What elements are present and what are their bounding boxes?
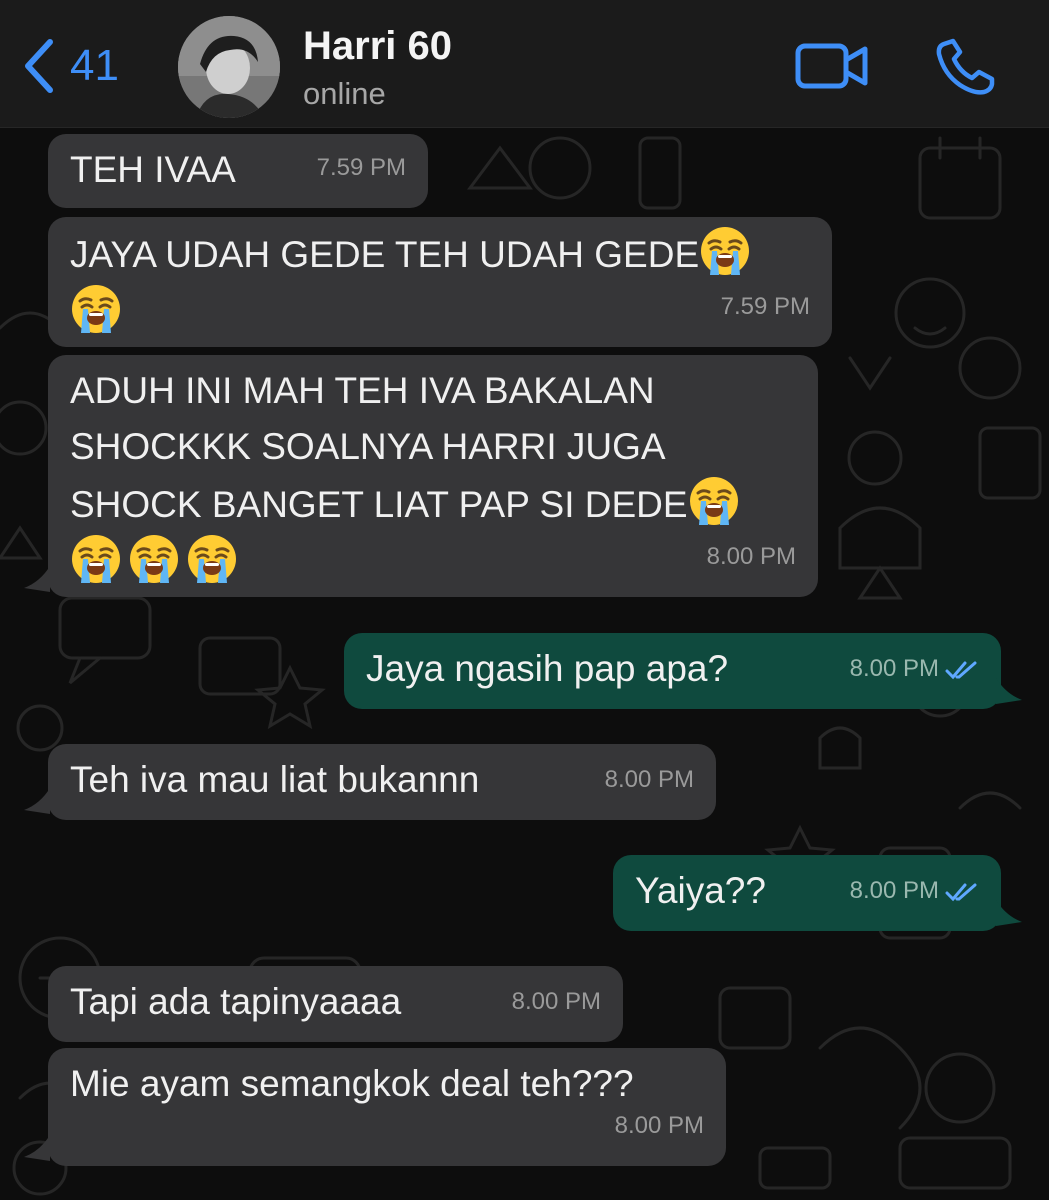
crying-face-emoji [186, 533, 238, 585]
voice-call-button[interactable] [934, 38, 996, 96]
video-call-button[interactable] [795, 40, 869, 92]
message-text: TEH IVAA [70, 149, 236, 190]
crying-face-emoji [70, 533, 122, 585]
crying-face-emoji [128, 533, 180, 585]
message-text: Mie ayam semangkok deal teh??? [70, 1063, 634, 1104]
message-time: 8.00 PM [850, 863, 979, 919]
message-bubble-incoming[interactable]: TEH IVAA 7.59 PM [48, 134, 428, 208]
avatar[interactable] [178, 16, 280, 118]
message-bubble-incoming[interactable]: JAYA UDAH GEDE TEH UDAH GEDE 7.59 PM [48, 217, 832, 347]
message-time: 8.00 PM [706, 543, 796, 570]
bubble-tail [996, 900, 1022, 926]
message-text: Teh iva mau liat bukannn [70, 759, 480, 800]
profile-photo [178, 16, 280, 118]
message-text: JAYA UDAH GEDE TEH UDAH GEDE [70, 234, 700, 275]
bubble-tail [24, 788, 50, 814]
message-time: 8.00 PM [614, 1112, 704, 1139]
message-text: Tapi ada tapinyaaaa [70, 981, 402, 1022]
message-time: 7.59 PM [316, 154, 406, 181]
message-time: 8.00 PM [604, 766, 694, 793]
message-text: SHOCKKK SOALNYA HARRI JUGA [70, 426, 666, 467]
message-time: 7.59 PM [720, 293, 810, 320]
message-text: SHOCK BANGET LIAT PAP SI DEDE [70, 484, 688, 525]
contact-name[interactable]: Harri 60 [303, 24, 452, 69]
message-bubble-outgoing[interactable]: Yaiya?? 8.00 PM [613, 855, 1001, 931]
crying-face-emoji [70, 283, 122, 335]
message-text: ADUH INI MAH TEH IVA BAKALAN [70, 370, 655, 411]
phone-icon [936, 38, 995, 95]
message-bubble-incoming[interactable]: Tapi ada tapinyaaaa 8.00 PM [48, 966, 623, 1042]
message-bubble-incoming[interactable]: ADUH INI MAH TEH IVA BAKALAN SHOCKKK SOA… [48, 355, 818, 597]
bubble-tail [996, 678, 1022, 704]
message-time: 8.00 PM [511, 988, 601, 1015]
message-text: Yaiya?? [635, 870, 766, 911]
chat-header: 41 Harri 60 online [0, 0, 1049, 128]
message-bubble-incoming[interactable]: Teh iva mau liat bukannn 8.00 PM [48, 744, 716, 820]
message-time: 8.00 PM [850, 641, 979, 697]
bubble-tail [24, 1135, 50, 1161]
double-check-icon [945, 883, 977, 901]
chevron-left-icon [25, 39, 53, 93]
back-button[interactable]: 41 [20, 36, 119, 96]
video-camera-icon [795, 43, 868, 89]
crying-face-emoji [688, 475, 740, 527]
message-text: Jaya ngasih pap apa? [366, 648, 729, 689]
bubble-tail [24, 566, 50, 592]
crying-face-emoji [699, 225, 751, 277]
message-bubble-outgoing[interactable]: Jaya ngasih pap apa? 8.00 PM [344, 633, 1001, 709]
unread-count: 41 [70, 41, 119, 90]
chat-area[interactable]: TEH IVAA 7.59 PM JAYA UDAH GEDE TEH UDAH… [0, 128, 1049, 1200]
message-bubble-incoming[interactable]: Mie ayam semangkok deal teh??? 8.00 PM [48, 1048, 726, 1166]
contact-status: online [303, 76, 386, 111]
double-check-icon [945, 661, 977, 679]
